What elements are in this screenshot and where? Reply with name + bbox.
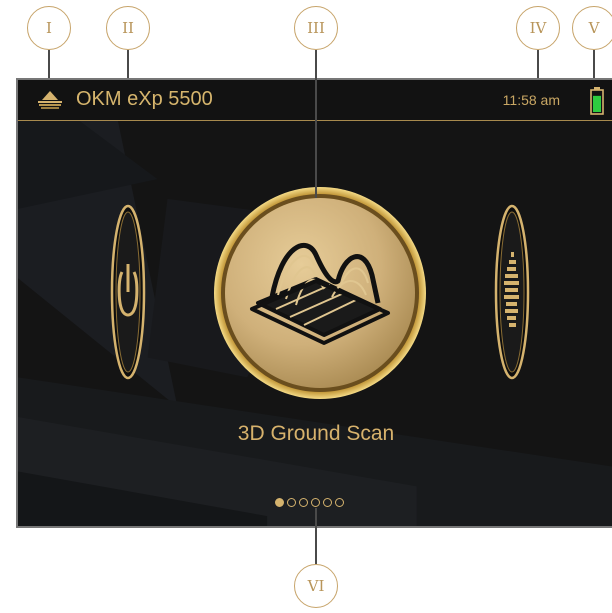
- device-name: OKM eXp 5500: [76, 88, 213, 110]
- callout-4: IV: [516, 6, 560, 50]
- leader-line-3: [315, 50, 317, 198]
- callout-2: II: [106, 6, 150, 50]
- device-screen: OKM eXp 5500 11:58 am 3D Ground Scan: [16, 78, 612, 528]
- clock: 11:58 am: [502, 92, 560, 108]
- callout-1: I: [27, 6, 71, 50]
- callout-3: III: [294, 6, 338, 50]
- battery-icon: [590, 87, 604, 115]
- page-dot-5[interactable]: [323, 498, 332, 507]
- next-mode-button[interactable]: [494, 204, 530, 380]
- mode-select-button[interactable]: [212, 185, 428, 401]
- page-dot-1[interactable]: [275, 498, 284, 507]
- page-dot-6[interactable]: [335, 498, 344, 507]
- page-dot-3[interactable]: [299, 498, 308, 507]
- page-dot-4[interactable]: [311, 498, 320, 507]
- callout-5: V: [572, 6, 612, 50]
- leader-line-6: [315, 508, 317, 564]
- okm-logo-icon: [38, 91, 62, 109]
- callout-6: VI: [294, 564, 338, 608]
- previous-mode-button[interactable]: [110, 204, 146, 380]
- page-indicator: [275, 498, 344, 507]
- current-mode-label: 3D Ground Scan: [237, 422, 395, 445]
- page-dot-2[interactable]: [287, 498, 296, 507]
